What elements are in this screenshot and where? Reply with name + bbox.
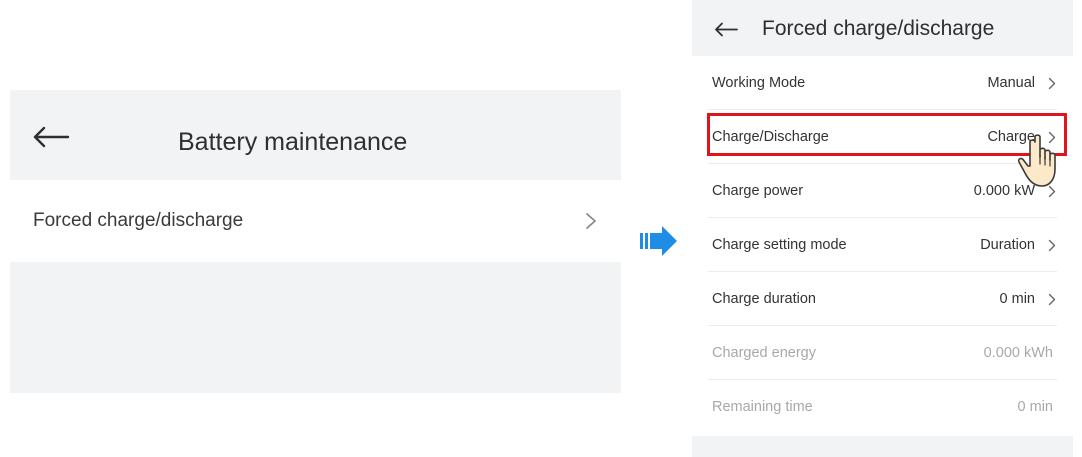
- screen-header: Battery maintenance: [10, 90, 621, 180]
- hand-pointer-icon: [1017, 134, 1056, 187]
- setting-label: Charge power: [712, 183, 804, 199]
- setting-row-charge-setting-mode[interactable]: Charge setting mode Duration: [692, 218, 1073, 272]
- chevron-right-icon: [1048, 239, 1056, 252]
- chevron-right-icon: [1048, 293, 1056, 306]
- page-title: Forced charge/discharge: [762, 17, 995, 40]
- setting-label: Working Mode: [712, 75, 806, 91]
- setting-row-remaining-time: Remaining time 0 min: [692, 380, 1073, 434]
- arrow-left-icon[interactable]: [714, 22, 738, 37]
- setting-label: Remaining time: [712, 399, 813, 415]
- chevron-right-icon: [1048, 77, 1056, 90]
- setting-row-charge-duration[interactable]: Charge duration 0 min: [692, 272, 1073, 326]
- forced-charge-discharge-screen: Forced charge/discharge Working Mode Man…: [692, 0, 1073, 457]
- battery-maintenance-screen: Battery maintenance Forced charge/discha…: [10, 90, 621, 393]
- setting-value: 0 min: [999, 291, 1035, 307]
- page-title: Battery maintenance: [178, 128, 408, 156]
- setting-row-working-mode[interactable]: Working Mode Manual: [692, 56, 1073, 110]
- arrow-right-icon: [640, 226, 677, 256]
- setting-value: Duration: [980, 237, 1035, 253]
- highlight-box: [707, 113, 1067, 156]
- menu-item-label: Forced charge/discharge: [33, 210, 244, 231]
- screen-header: Forced charge/discharge: [692, 0, 1073, 56]
- setting-value: Manual: [987, 75, 1035, 91]
- setting-value: 0 min: [1017, 399, 1053, 415]
- setting-value: 0.000 kWh: [983, 345, 1053, 361]
- setting-label: Charged energy: [712, 345, 816, 361]
- setting-label: Charge duration: [712, 291, 816, 307]
- arrow-left-icon[interactable]: [32, 126, 70, 148]
- setting-label: Charge setting mode: [712, 237, 847, 253]
- chevron-right-icon: [586, 213, 596, 229]
- setting-row-charged-energy: Charged energy 0.000 kWh: [692, 326, 1073, 380]
- menu-item-forced-charge-discharge[interactable]: Forced charge/discharge: [10, 180, 621, 262]
